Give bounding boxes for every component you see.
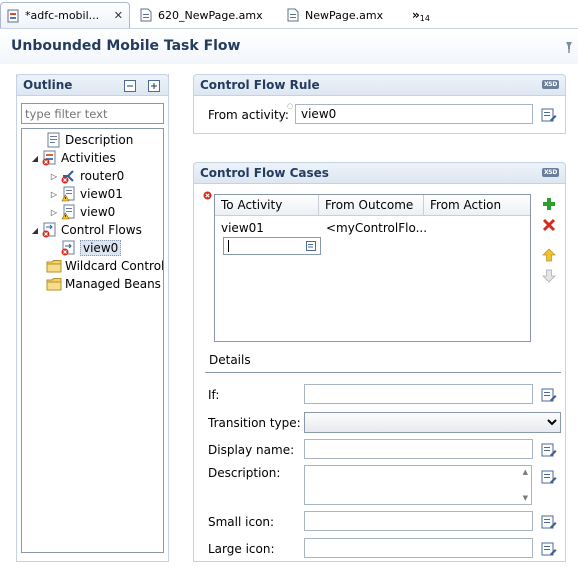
amx-file-icon bbox=[287, 8, 299, 22]
folder-icon bbox=[46, 278, 62, 291]
activities-icon bbox=[42, 150, 56, 166]
tree-node-label: view0 bbox=[80, 205, 116, 219]
tree-node-router0[interactable]: ▷ router0 bbox=[49, 167, 124, 185]
tree-node-label: view01 bbox=[80, 187, 123, 201]
tab-overflow-button[interactable]: » 14 bbox=[406, 2, 436, 28]
cell-to-activity: view01 bbox=[221, 221, 264, 235]
pin-icon[interactable] bbox=[564, 41, 574, 53]
source-view-icon[interactable]: XSD bbox=[541, 80, 559, 89]
router-icon bbox=[61, 170, 74, 184]
display-name-label: Display name: bbox=[208, 443, 295, 457]
expanded-triangle-icon[interactable]: ◢ bbox=[30, 154, 40, 163]
move-up-icon[interactable] bbox=[542, 248, 556, 262]
error-icon bbox=[203, 191, 212, 200]
tab-label: 620_NewPage.amx bbox=[158, 8, 263, 22]
small-icon-label: Small icon: bbox=[208, 515, 275, 529]
chevron-double-right-icon: » bbox=[412, 8, 420, 22]
tab-label: *adfc-mobil... bbox=[25, 9, 100, 22]
move-down-icon[interactable] bbox=[542, 269, 556, 283]
column-header-to-activity[interactable]: To Activity bbox=[215, 195, 319, 216]
text-caret bbox=[228, 240, 229, 252]
table-header: To Activity From Outcome From Action bbox=[215, 195, 530, 216]
edit-properties-icon[interactable] bbox=[541, 514, 557, 530]
control-flow-cases-header: Control Flow Cases XSD bbox=[193, 162, 566, 184]
view-icon bbox=[61, 204, 75, 220]
close-tab-icon[interactable]: ✕ bbox=[114, 9, 123, 22]
collapsed-triangle-icon[interactable]: ▷ bbox=[49, 208, 59, 217]
cell-from-outcome: <myControlFlo... bbox=[326, 221, 428, 235]
tab-620-newpage[interactable]: 620_NewPage.amx bbox=[134, 2, 269, 28]
editor-tab-bar: *adfc-mobil... ✕ 620_NewPage.amx NewPage… bbox=[0, 0, 578, 29]
browse-icon[interactable] bbox=[306, 240, 318, 252]
tree-node-view0[interactable]: ▷ view0 bbox=[49, 203, 115, 221]
tree-node-view01[interactable]: ▷ view01 bbox=[49, 185, 123, 203]
collapsed-triangle-icon[interactable]: ▷ bbox=[49, 190, 59, 199]
tree-node-managed-beans[interactable]: Managed Beans bbox=[34, 275, 161, 293]
details-title: Details bbox=[209, 353, 251, 367]
editor-header: Unbounded Mobile Task Flow bbox=[0, 29, 578, 64]
tab-adfc-mobile[interactable]: *adfc-mobil... ✕ bbox=[0, 2, 130, 28]
large-icon-field[interactable] bbox=[304, 538, 533, 558]
transition-type-label: Transition type: bbox=[208, 416, 301, 430]
scroll-up-icon[interactable]: ▲ bbox=[523, 468, 528, 476]
tree-node-label: Description bbox=[65, 133, 134, 147]
expanded-triangle-icon[interactable]: ◢ bbox=[30, 226, 40, 235]
large-icon-label: Large icon: bbox=[208, 542, 275, 556]
tab-newpage[interactable]: NewPage.amx bbox=[281, 2, 389, 28]
display-name-field[interactable] bbox=[304, 439, 533, 459]
edit-properties-icon[interactable] bbox=[541, 442, 557, 458]
description-label: Description: bbox=[208, 466, 281, 480]
control-flow-cases-title: Control Flow Cases bbox=[200, 166, 329, 180]
collapsed-triangle-icon[interactable]: ▷ bbox=[49, 172, 59, 181]
description-textarea[interactable]: ▲ ▼ bbox=[304, 465, 532, 505]
view-icon bbox=[61, 186, 75, 202]
tab-label: NewPage.amx bbox=[305, 8, 384, 22]
transition-type-select[interactable] bbox=[304, 412, 561, 433]
tab-overflow-count: 14 bbox=[419, 13, 430, 23]
from-activity-field[interactable]: view0 bbox=[295, 104, 533, 124]
inline-cell-editor[interactable] bbox=[223, 237, 321, 255]
tree-node-label: Wildcard Control F bbox=[65, 259, 164, 273]
if-field[interactable] bbox=[304, 384, 533, 404]
if-label: If: bbox=[208, 388, 220, 402]
tree-node-description[interactable]: Description bbox=[34, 131, 133, 149]
source-view-icon[interactable]: XSD bbox=[541, 168, 559, 177]
delete-icon[interactable] bbox=[542, 218, 556, 232]
control-flow-cases-table: To Activity From Outcome From Action vie… bbox=[214, 194, 531, 342]
from-activity-label: From activity: bbox=[208, 108, 289, 122]
outline-tree: Description ◢ Activities ▷ router0 ▷ vie… bbox=[21, 128, 164, 553]
tree-node-wildcard-control-flows[interactable]: Wildcard Control F bbox=[34, 257, 164, 275]
add-icon[interactable] bbox=[542, 197, 556, 211]
control-flows-icon bbox=[42, 222, 56, 238]
edit-properties-icon[interactable] bbox=[541, 387, 557, 403]
outline-filter-input[interactable] bbox=[21, 103, 164, 124]
table-row[interactable]: view01 <myControlFlo... bbox=[215, 217, 530, 235]
tree-node-label: Control Flows bbox=[61, 223, 142, 237]
edit-properties-icon[interactable] bbox=[541, 469, 557, 485]
scroll-down-icon[interactable]: ▼ bbox=[523, 494, 528, 502]
tree-node-activities[interactable]: ◢ Activities bbox=[30, 149, 116, 167]
control-flow-case-icon bbox=[61, 240, 75, 256]
tree-node-label: router0 bbox=[80, 169, 125, 183]
tree-node-control-flow-view0[interactable]: view0 bbox=[49, 239, 122, 257]
control-flow-rule-title: Control Flow Rule bbox=[200, 78, 320, 92]
taskflow-file-icon bbox=[7, 9, 19, 22]
control-flow-rule-header: Control Flow Rule XSD bbox=[193, 74, 566, 96]
tree-node-label: view0 bbox=[80, 240, 122, 256]
column-header-from-action[interactable]: From Action bbox=[424, 195, 530, 216]
edit-properties-icon[interactable] bbox=[541, 541, 557, 557]
description-icon bbox=[47, 132, 60, 148]
edit-properties-icon[interactable] bbox=[541, 107, 557, 123]
column-header-from-outcome[interactable]: From Outcome bbox=[319, 195, 424, 216]
tree-node-label: Activities bbox=[61, 151, 116, 165]
details-divider bbox=[205, 372, 561, 373]
amx-file-icon bbox=[140, 8, 152, 22]
page-title: Unbounded Mobile Task Flow bbox=[11, 38, 241, 54]
folder-icon bbox=[46, 260, 62, 273]
tree-node-label: Managed Beans bbox=[65, 277, 161, 291]
tree-node-control-flows[interactable]: ◢ Control Flows bbox=[30, 221, 142, 239]
small-icon-field[interactable] bbox=[304, 511, 533, 531]
required-hint-icon: ○ bbox=[287, 102, 294, 110]
